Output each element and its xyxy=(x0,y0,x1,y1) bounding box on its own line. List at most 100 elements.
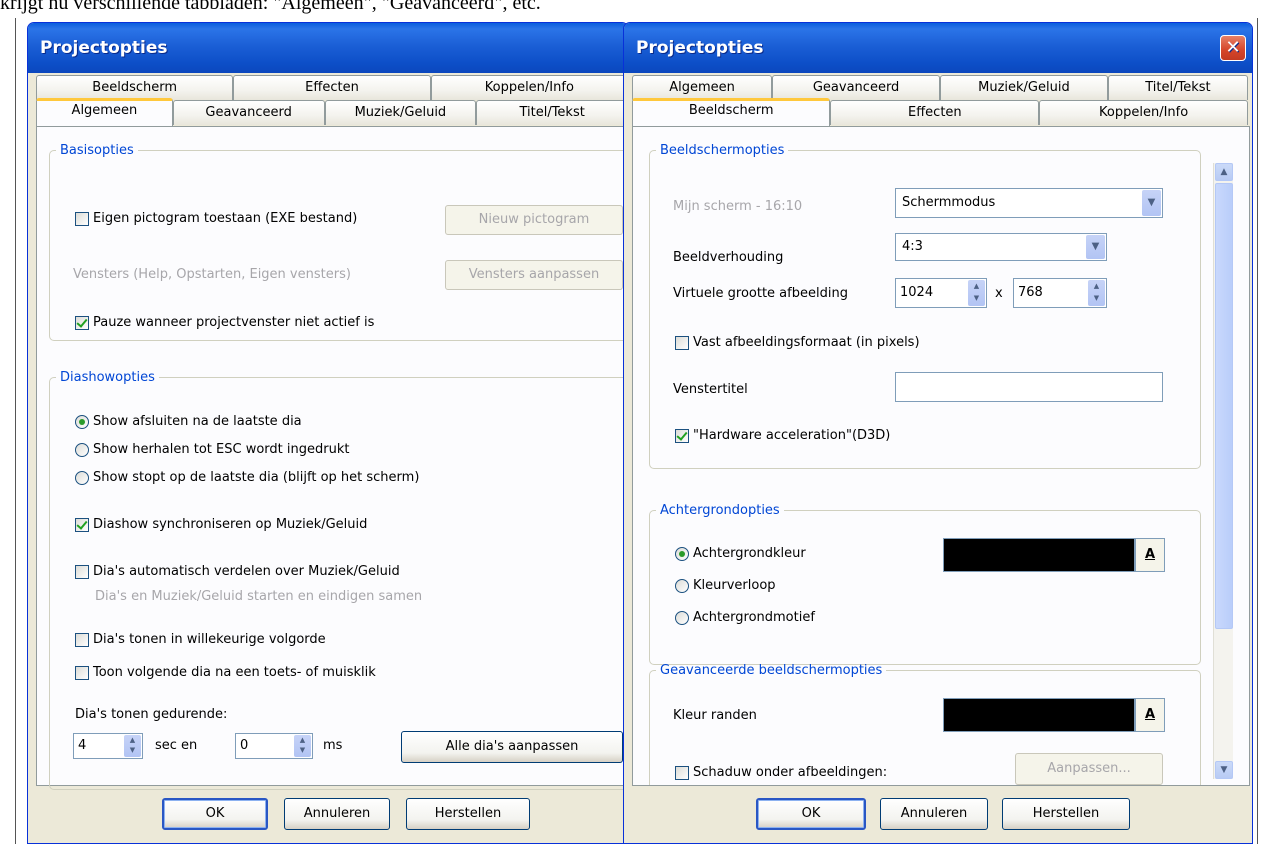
next-on-key-checkbox[interactable] xyxy=(75,665,89,680)
hw-accel-option[interactable]: "Hardware acceleration"(D3D) xyxy=(675,428,890,443)
border-color-label: Kleur randen xyxy=(673,708,757,723)
virtual-height-stepper[interactable]: 768 ▲ ▼ xyxy=(1013,278,1107,308)
left-ok-button[interactable]: OK xyxy=(162,798,268,830)
random-option[interactable]: Dia's tonen in willekeurige volgorde xyxy=(75,632,326,647)
screen-mode-select[interactable]: Schermmodus ▼ xyxy=(895,188,1163,218)
pause-option[interactable]: Pauze wanneer projectvenster niet actief… xyxy=(75,315,374,330)
random-label: Dia's tonen in willekeurige volgorde xyxy=(93,632,326,647)
radio-stop-on-last[interactable]: Show stopt op de laatste dia (blijft op … xyxy=(75,470,419,485)
tab-koppelen-info[interactable]: Koppelen/Info xyxy=(1039,100,1248,125)
tab-algemeen[interactable]: Algemeen xyxy=(36,98,173,126)
my-screen-label: Mijn scherm - 16:10 xyxy=(673,199,803,214)
bg-color-button[interactable]: A xyxy=(1135,538,1165,572)
tab-algemeen[interactable]: Algemeen xyxy=(632,75,773,100)
radio-pattern-button[interactable] xyxy=(675,610,689,625)
tab-muziek-geluid[interactable]: Muziek/Geluid xyxy=(324,100,477,125)
radio-repeat-until-esc-label: Show herhalen tot ESC wordt ingedrukt xyxy=(93,442,350,457)
seconds-stepper[interactable]: 4 ▲ ▼ xyxy=(73,733,143,759)
left-titlebar[interactable]: Projectopties xyxy=(28,23,628,73)
right-tab-panel: Beeldschermopties Mijn scherm - 16:10 Sc… xyxy=(632,126,1250,786)
screen-mode-value: Schermmodus xyxy=(902,195,996,210)
scrollbar-thumb[interactable] xyxy=(1215,183,1233,629)
next-on-key-option[interactable]: Toon volgende dia na een toets- of muisk… xyxy=(75,665,376,680)
radio-bg-color[interactable]: Achtergrondkleur xyxy=(675,546,806,561)
left-reset-button[interactable]: Herstellen xyxy=(406,798,530,830)
virtual-width-stepper[interactable]: 1024 ▲ ▼ xyxy=(895,278,987,308)
radio-pattern[interactable]: Achtergrondmotief xyxy=(675,610,815,625)
chevron-down-icon[interactable]: ▼ xyxy=(1142,190,1161,216)
hw-accel-checkbox[interactable] xyxy=(675,428,689,443)
tab-titel-tekst[interactable]: Titel/Tekst xyxy=(1107,75,1248,100)
virtual-width-value: 1024 xyxy=(900,285,934,300)
shadow-adjust-button[interactable]: Aanpassen... xyxy=(1015,753,1163,785)
chevron-down-icon[interactable]: ▼ xyxy=(1086,235,1105,259)
tab-beeldscherm[interactable]: Beeldscherm xyxy=(36,75,234,100)
arrow-up-icon[interactable]: ▲ xyxy=(1215,163,1233,181)
tab-titel-tekst[interactable]: Titel/Tekst xyxy=(476,100,628,125)
aspect-value: 4:3 xyxy=(902,239,923,254)
left-dialog-title: Projectopties xyxy=(40,38,168,58)
tab-effecten[interactable]: Effecten xyxy=(233,75,431,100)
tab-beeldscherm[interactable]: Beeldscherm xyxy=(632,98,831,126)
radio-bg-color-label: Achtergrondkleur xyxy=(693,546,806,561)
adjust-all-slides-button[interactable]: Alle dia's aanpassen xyxy=(401,731,623,763)
spin-arrows-icon[interactable]: ▲ ▼ xyxy=(1088,280,1105,306)
arrow-down-icon[interactable]: ▼ xyxy=(1215,761,1233,779)
radio-gradient-button[interactable] xyxy=(675,578,689,593)
seconds-value: 4 xyxy=(78,738,87,753)
sync-checkbox[interactable] xyxy=(75,517,89,532)
pause-checkbox[interactable] xyxy=(75,315,89,330)
hw-accel-label: "Hardware acceleration"(D3D) xyxy=(693,428,891,443)
fixed-size-option[interactable]: Vast afbeeldingsformaat (in pixels) xyxy=(675,335,920,350)
radio-close-after-last-button[interactable] xyxy=(75,414,89,429)
close-icon[interactable]: ✕ xyxy=(1220,35,1246,61)
shadow-option[interactable]: Schaduw onder afbeeldingen: xyxy=(675,765,887,780)
radio-repeat-until-esc[interactable]: Show herhalen tot ESC wordt ingedrukt xyxy=(75,442,349,457)
times-label: x xyxy=(995,286,1003,301)
border-color-button[interactable]: A xyxy=(1135,698,1165,732)
distribute-checkbox[interactable] xyxy=(75,564,89,579)
ms-stepper[interactable]: 0 ▲ ▼ xyxy=(235,733,313,759)
fixed-size-checkbox[interactable] xyxy=(675,335,689,350)
next-on-key-label: Toon volgende dia na een toets- of muisk… xyxy=(93,665,376,680)
right-reset-button[interactable]: Herstellen xyxy=(1002,798,1130,830)
left-tabrow-back: Beeldscherm Effecten Koppelen/Info xyxy=(36,75,628,100)
distribute-option[interactable]: Dia's automatisch verdelen over Muziek/G… xyxy=(75,564,400,579)
window-title-field[interactable] xyxy=(895,372,1163,402)
windows-adjust-button[interactable]: Vensters aanpassen xyxy=(445,260,623,290)
sync-option[interactable]: Diashow synchroniseren op Muziek/Geluid xyxy=(75,517,367,532)
right-titlebar[interactable]: Projectopties ✕ xyxy=(624,23,1252,73)
ms-spin-icon[interactable]: ▲ ▼ xyxy=(294,735,311,757)
bg-color-swatch[interactable] xyxy=(943,538,1135,572)
diashowopties-group: Diashowopties xyxy=(49,370,628,790)
own-icon-option[interactable]: Eigen pictogram toestaan (EXE bestand) xyxy=(75,211,357,226)
radio-bg-color-button[interactable] xyxy=(675,546,689,561)
right-ok-button[interactable]: OK xyxy=(756,798,866,830)
aspect-select[interactable]: 4:3 ▼ xyxy=(895,233,1107,261)
random-checkbox[interactable] xyxy=(75,632,89,647)
tab-muziek-geluid[interactable]: Muziek/Geluid xyxy=(940,75,1108,100)
radio-gradient[interactable]: Kleurverloop xyxy=(675,578,776,593)
radio-stop-on-last-button[interactable] xyxy=(75,470,89,485)
tab-geavanceerd[interactable]: Geavanceerd xyxy=(172,100,325,125)
shadow-checkbox[interactable] xyxy=(675,765,689,780)
tab-geavanceerd[interactable]: Geavanceerd xyxy=(772,75,940,100)
radio-close-after-last[interactable]: Show afsluiten na de laatste dia xyxy=(75,414,302,429)
diashowopties-legend: Diashowopties xyxy=(60,370,155,385)
tab-effecten[interactable]: Effecten xyxy=(830,100,1040,125)
right-cancel-button[interactable]: Annuleren xyxy=(880,798,988,830)
scrollbar[interactable]: ▲ ▼ xyxy=(1213,163,1233,779)
left-cancel-button[interactable]: Annuleren xyxy=(284,798,390,830)
radio-repeat-until-esc-button[interactable] xyxy=(75,442,89,457)
distribute-hint: Dia's en Muziek/Geluid starten en eindig… xyxy=(95,589,423,604)
border-color-swatch[interactable] xyxy=(943,698,1135,732)
virtual-size-label: Virtuele grootte afbeelding xyxy=(673,286,848,301)
spin-arrows-icon[interactable]: ▲ ▼ xyxy=(968,280,985,306)
sec-label: sec en xyxy=(155,738,198,753)
tab-koppelen-info[interactable]: Koppelen/Info xyxy=(430,75,628,100)
new-icon-button[interactable]: Nieuw pictogram xyxy=(445,205,623,235)
own-icon-checkbox[interactable] xyxy=(75,211,89,226)
seconds-spin-icon[interactable]: ▲ ▼ xyxy=(124,735,141,757)
document-caption: krijgt nu verschillende tabbladen: "Alge… xyxy=(0,0,541,14)
beeldschermopties-legend: Beeldschermopties xyxy=(660,143,785,158)
